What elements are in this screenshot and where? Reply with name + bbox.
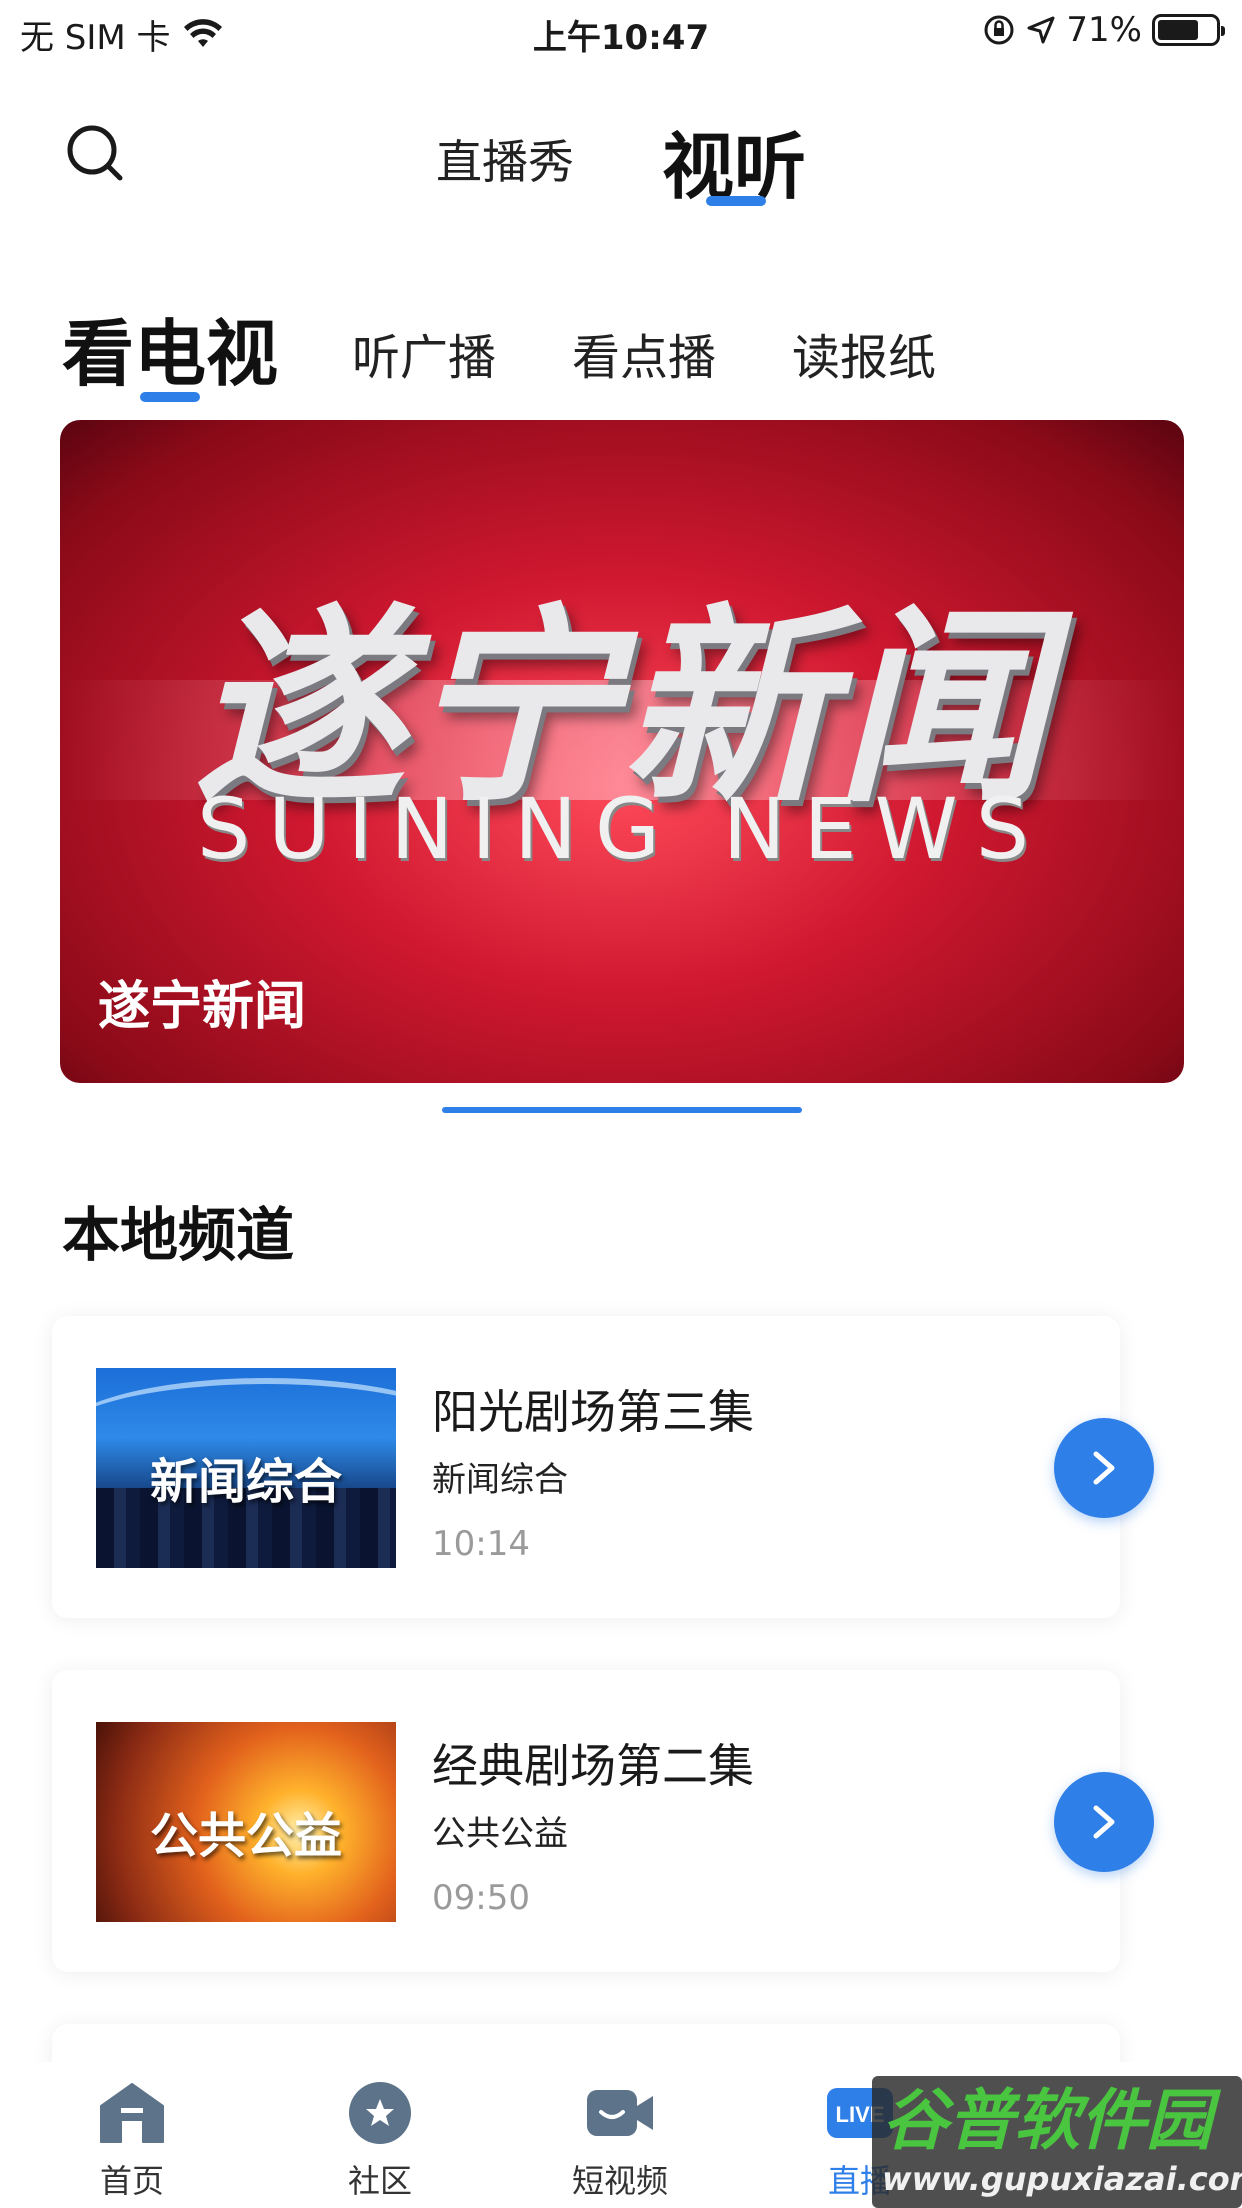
thumbnail-label: 新闻综合 [149,1454,342,1510]
search-button[interactable] [62,120,132,190]
chevron-right-icon [1093,1805,1115,1839]
video-icon [587,2090,653,2136]
tab-home[interactable]: 首页 [52,2080,212,2202]
channel-card[interactable]: 新闻综合 阳光剧场第三集 新闻综合 10:14 [52,1316,1154,1618]
watermark: 谷普软件园 www.gupuxiazai.com [872,2076,1242,2208]
channel-name: 新闻综合 [432,1460,568,1500]
program-time: 10:14 [432,1524,530,1564]
top-nav: 直播秀 视听 [0,90,1242,220]
play-channel-button[interactable] [1054,1418,1154,1518]
location-arrow-icon [1027,16,1055,44]
tab-watch-tv[interactable]: 看电视 [62,295,278,400]
program-title: 经典剧场第二集 [432,1739,754,1793]
category-tab-indicator [140,392,200,402]
battery-level [1158,20,1198,40]
tab-live-show[interactable]: 直播秀 [436,126,574,192]
tab-short-video[interactable]: 短视频 [540,2080,700,2202]
chevron-right-icon [1093,1451,1115,1485]
play-channel-button[interactable] [1054,1772,1154,1872]
tab-community[interactable]: 社区 [300,2080,460,2202]
channel-thumbnail: 新闻综合 [96,1368,396,1568]
status-right: 71% [982,10,1225,50]
channel-card[interactable]: 公共公益 经典剧场第二集 公共公益 09:50 [52,1670,1154,1972]
banner-caption: 遂宁新闻 [98,977,307,1037]
home-icon [100,2083,164,2143]
status-bar: 无 SIM 卡 上午10:47 71% [0,0,1242,62]
tab-short-video-label: 短视频 [571,2162,668,2200]
banner-page-indicator [442,1107,802,1113]
channel-thumbnail: 公共公益 [96,1722,396,1922]
tab-watch-vod[interactable]: 看点播 [572,318,716,388]
search-icon [67,125,123,181]
orientation-lock-icon [984,15,1014,45]
star-icon [349,2082,411,2144]
watermark-url: www.gupuxiazai.com [882,2160,1242,2198]
top-tab-indicator [706,196,766,206]
watermark-main-text: 谷普软件园 [882,2082,1212,2159]
battery-percent: 71% [1066,10,1142,50]
tab-listen-radio[interactable]: 听广播 [352,318,496,388]
banner-logo-subtitle: SUINING NEWS [196,780,1048,878]
program-time: 09:50 [432,1878,530,1918]
tab-read-newspaper[interactable]: 读报纸 [792,318,936,388]
channel-name: 公共公益 [432,1814,568,1854]
battery-icon [1152,14,1225,46]
featured-banner[interactable]: 遂宁新闻 SUINING NEWS 遂宁新闻 [60,420,1184,1083]
tab-community-label: 社区 [347,2162,412,2200]
thumbnail-label: 公共公益 [149,1808,342,1864]
program-title: 阳光剧场第三集 [432,1385,754,1439]
tab-home-label: 首页 [99,2162,164,2200]
section-title: 本地频道 [62,1201,295,1269]
